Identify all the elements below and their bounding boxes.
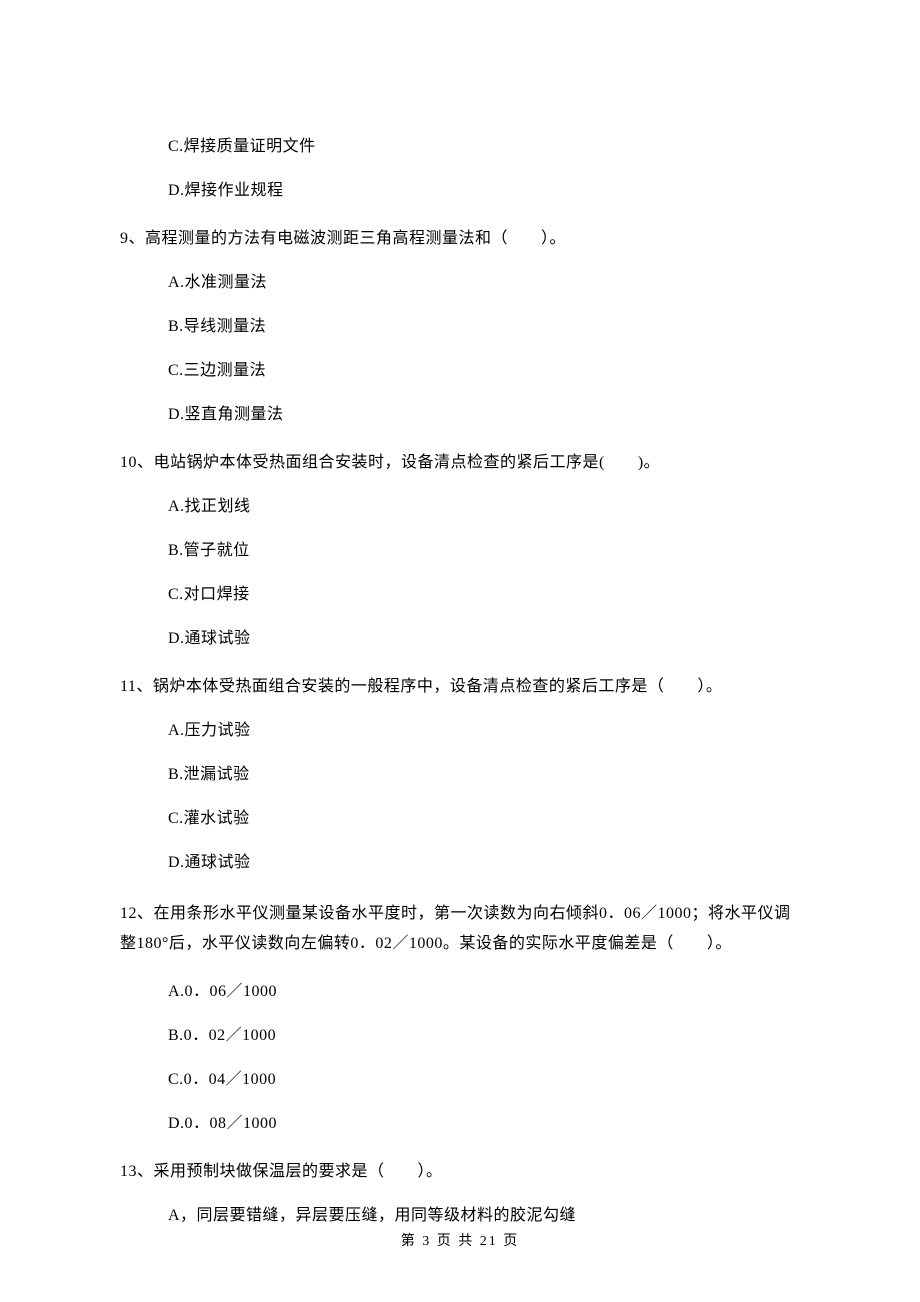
question-10-option-a: A.找正划线 [168, 495, 800, 519]
question-9-stem: 9、高程测量的方法有电磁波测距三角高程测量法和（ ）。 [120, 227, 800, 251]
question-11-option-b: B.泄漏试验 [168, 763, 800, 787]
question-12-stem: 12、在用条形水平仪测量某设备水平度时，第一次读数为向右倾斜0．06／1000；… [120, 899, 800, 960]
question-13-option-a: A，同层要错缝，异层要压缝，用同等级材料的胶泥勾缝 [168, 1204, 800, 1228]
question-11-option-d: D.通球试验 [168, 851, 800, 875]
question-9-option-a: A.水准测量法 [168, 271, 800, 295]
question-12-option-b: B.0．02／1000 [168, 1024, 800, 1048]
page-footer: 第 3 页 共 21 页 [0, 1230, 920, 1250]
question-8-option-c: C.焊接质量证明文件 [168, 135, 800, 159]
question-12-option-a: A.0．06／1000 [168, 980, 800, 1004]
question-8-option-d: D.焊接作业规程 [168, 179, 800, 203]
question-9-option-d: D.竖直角测量法 [168, 403, 800, 427]
question-13-stem: 13、采用预制块做保温层的要求是（ ）。 [120, 1160, 800, 1184]
question-10-option-b: B.管子就位 [168, 539, 800, 563]
question-11-option-a: A.压力试验 [168, 719, 800, 743]
question-11-stem: 11、锅炉本体受热面组合安装的一般程序中，设备清点检查的紧后工序是（ ）。 [120, 675, 800, 699]
question-12-option-d: D.0．08／1000 [168, 1112, 800, 1136]
question-12-option-c: C.0．04／1000 [168, 1068, 800, 1092]
document-page: C.焊接质量证明文件 D.焊接作业规程 9、高程测量的方法有电磁波测距三角高程测… [0, 0, 920, 1288]
question-10-option-c: C.对口焊接 [168, 583, 800, 607]
question-11-option-c: C.灌水试验 [168, 807, 800, 831]
question-10-option-d: D.通球试验 [168, 627, 800, 651]
question-9-option-b: B.导线测量法 [168, 315, 800, 339]
question-9-option-c: C.三边测量法 [168, 359, 800, 383]
question-10-stem: 10、电站锅炉本体受热面组合安装时，设备清点检查的紧后工序是( )。 [120, 451, 800, 475]
